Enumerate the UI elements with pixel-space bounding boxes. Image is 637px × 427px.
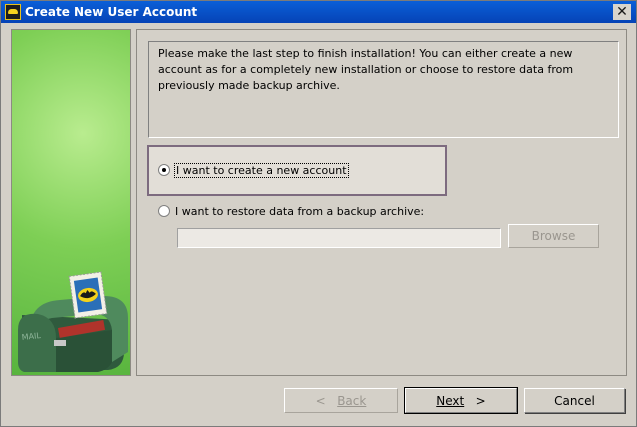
window-title: Create New User Account [25,5,198,19]
sidebar-illustration: MAIL [11,29,131,376]
mailbox-icon: MAIL [18,296,128,372]
cancel-button[interactable]: Cancel [524,388,625,413]
restore-backup-label[interactable]: I want to restore data from a backup arc… [175,205,424,218]
content-panel: Please make the last step to finish inst… [136,29,627,376]
mailbox-illustration: MAIL [18,271,128,372]
title-bar[interactable]: Create New User Account ✕ [1,1,636,23]
create-account-label[interactable]: I want to create a new account [174,162,349,178]
next-button[interactable]: Next > [404,387,518,414]
create-account-radio[interactable] [158,164,170,176]
backup-archive-path-field [177,228,501,248]
create-account-option[interactable]: I want to create a new account [158,160,349,180]
instructions-text: Please make the last step to finish inst… [148,41,619,138]
next-arrow: > [475,393,486,408]
next-label: Next [436,393,465,408]
restore-backup-radio[interactable] [158,205,170,217]
bat-icon [5,4,21,20]
back-button: < Back [284,388,398,413]
stamp-icon [68,271,108,319]
dialog-window: Create New User Account ✕ MAIL Please ma… [0,0,637,427]
back-arrow: < [315,393,326,408]
restore-backup-option[interactable]: I want to restore data from a backup arc… [158,201,424,221]
browse-button: Browse [508,224,599,248]
close-button[interactable]: ✕ [613,4,631,20]
close-icon: ✕ [616,4,628,20]
back-label: Back [337,393,367,408]
